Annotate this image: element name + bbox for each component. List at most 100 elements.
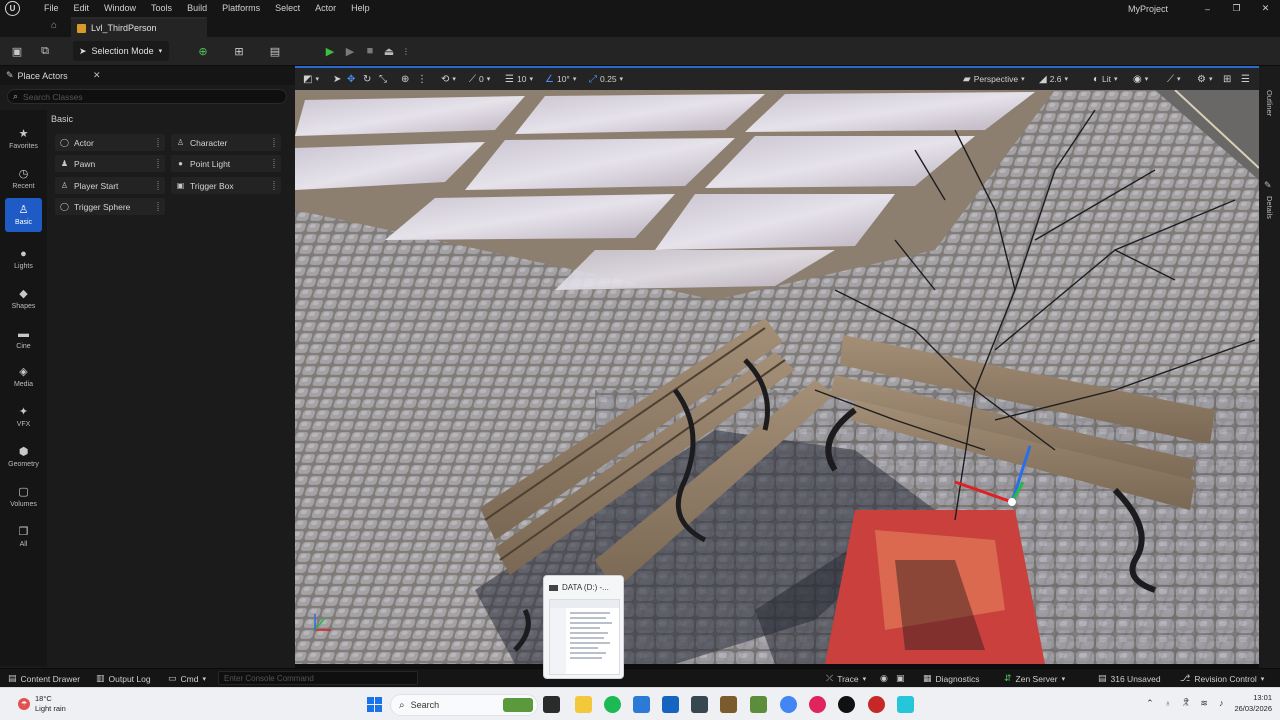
task-view-icon[interactable]: [543, 696, 560, 713]
zen-server-dropdown[interactable]: ⇵ Zen Server ▾: [1004, 673, 1065, 684]
play-next-frame-button[interactable]: ▶: [342, 43, 358, 59]
eject-button[interactable]: ⏏: [381, 43, 397, 59]
language-icon[interactable]: ꈹ: [1182, 697, 1189, 709]
source-control-icon[interactable]: ⧉: [38, 44, 52, 58]
category-volumes[interactable]: ▢ Volumes: [5, 480, 42, 514]
drag-handle-icon[interactable]: [273, 138, 275, 147]
show-flags-dropdown[interactable]: ◉ ▾: [1133, 72, 1148, 86]
scene-render[interactable]: [295, 90, 1259, 664]
drag-handle-icon[interactable]: [157, 159, 159, 168]
drag-handle-icon[interactable]: [157, 202, 159, 211]
close-panel-icon[interactable]: ✕: [93, 70, 101, 81]
category-geometry[interactable]: ⬢ Geometry: [5, 440, 42, 474]
menu-tools[interactable]: Tools: [151, 3, 172, 13]
performance-dropdown[interactable]: ⟋ ▾: [1167, 72, 1181, 86]
restore-button[interactable]: ❐: [1222, 0, 1251, 17]
actor-item-character[interactable]: ♙ Character: [171, 134, 281, 151]
store-icon[interactable]: [662, 696, 679, 713]
more-options[interactable]: ⋮: [417, 72, 427, 86]
file-explorer-icon[interactable]: [575, 696, 592, 713]
viewport-settings[interactable]: ⚙ ▾: [1197, 72, 1212, 86]
drag-handle-icon[interactable]: [273, 181, 275, 190]
app-cube-icon[interactable]: [633, 696, 650, 713]
search-classes-input[interactable]: [23, 91, 264, 102]
app-icon-grid[interactable]: [691, 696, 708, 713]
actor-item-actor[interactable]: ◯ Actor: [55, 134, 165, 151]
stop-button[interactable]: ■: [362, 43, 378, 59]
menu-select[interactable]: Select: [275, 3, 300, 13]
menu-edit[interactable]: Edit: [74, 3, 90, 13]
actor-item-pawn[interactable]: ♟ Pawn: [55, 155, 165, 172]
menu-file[interactable]: File: [44, 3, 59, 13]
actor-item-trigger-sphere[interactable]: ◯ Trigger Sphere: [55, 198, 165, 215]
fov-dropdown[interactable]: ◢ 2.6 ▾: [1039, 72, 1068, 86]
cmd-dropdown[interactable]: ▭ Cmd ▾: [168, 673, 206, 684]
category-basic[interactable]: ♙ Basic: [5, 198, 42, 232]
diagnostics-button[interactable]: ▦ Diagnostics: [923, 673, 979, 684]
selection-mode-dropdown[interactable]: ➤ Selection Mode ▾: [73, 41, 169, 61]
start-button[interactable]: [367, 697, 382, 712]
cinematics-icon[interactable]: ▤: [268, 44, 282, 58]
actor-item-point-light[interactable]: ● Point Light: [171, 155, 281, 172]
outliner-tab[interactable]: Outliner: [1265, 90, 1274, 116]
drag-handle-icon[interactable]: [157, 138, 159, 147]
app-icon-teal[interactable]: [897, 696, 914, 713]
surface-snap-toggle[interactable]: ⟲ ▾: [441, 72, 456, 86]
explorer-thumbnail-popup[interactable]: DATA (D:) -...: [543, 575, 624, 679]
category-media[interactable]: ◈ Media: [5, 360, 42, 394]
search-classes[interactable]: ⌕: [7, 89, 287, 104]
revision-control-dropdown[interactable]: ⎇ Revision Control ▾: [1180, 673, 1264, 684]
unreal-engine-icon[interactable]: [838, 696, 855, 713]
actor-item-player-start[interactable]: ♙ Player Start: [55, 177, 165, 194]
viewport-options-button[interactable]: ◩ ▾: [303, 72, 319, 86]
category-vfx[interactable]: ✦ VFX: [5, 400, 42, 434]
grid-rotate-snap[interactable]: ∠ 10° ▾: [545, 72, 576, 86]
app-icon-red[interactable]: [868, 696, 885, 713]
snap-value[interactable]: ⟋ 0 ▾: [469, 72, 490, 86]
grid-translate-snap[interactable]: ☰ 10 ▾: [505, 72, 533, 86]
screenshot-icon[interactable]: ▣: [896, 673, 905, 684]
viewport-menu[interactable]: ☰: [1241, 72, 1250, 86]
category-favorites[interactable]: ★ Favorites: [5, 122, 42, 156]
output-log-button[interactable]: ▥ Output Log: [96, 673, 151, 684]
close-button[interactable]: ✕: [1251, 0, 1280, 17]
level-viewport[interactable]: ◩ ▾ ➤ ✥ ↻ ⤡ ⊕ ⋮ ⟲ ▾ ⟋ 0 ▾ ☰ 10 ▾ ∠ 10° ▾ ⤢ 0.25 ▾ …: [295, 66, 1259, 664]
select-tool[interactable]: ➤: [333, 72, 341, 86]
spotify-icon[interactable]: [604, 696, 621, 713]
taskbar-search[interactable]: ⌕ Search: [390, 694, 538, 716]
wifi-icon[interactable]: ≋: [1200, 698, 1208, 709]
tab-level[interactable]: Lvl_ThirdPerson: [71, 17, 207, 37]
app-icon-brown[interactable]: [720, 696, 737, 713]
unsaved-button[interactable]: ▤ 316 Unsaved: [1098, 673, 1161, 684]
category-cine[interactable]: ▬ Cine: [5, 322, 42, 356]
trace-dropdown[interactable]: ⤫ Trace ▾: [826, 673, 866, 684]
weather-widget[interactable]: ☂ 18°C Light rain: [18, 694, 66, 714]
menu-window[interactable]: Window: [104, 3, 136, 13]
record-icon[interactable]: ◉: [880, 673, 888, 684]
add-actor-icon[interactable]: ⊕: [196, 44, 210, 58]
drag-handle-icon[interactable]: [273, 159, 275, 168]
app-tray-icon[interactable]: ♁: [1165, 698, 1172, 708]
console-command-input[interactable]: [224, 673, 414, 683]
drag-handle-icon[interactable]: [157, 181, 159, 190]
chevron-up-icon[interactable]: ⌃: [1146, 698, 1154, 709]
volume-icon[interactable]: ♪: [1219, 698, 1224, 708]
rotate-tool[interactable]: ↻: [363, 72, 371, 86]
save-icon[interactable]: ▣: [10, 44, 24, 58]
minimize-button[interactable]: –: [1193, 0, 1222, 17]
menu-help[interactable]: Help: [351, 3, 370, 13]
details-tab[interactable]: Details: [1265, 196, 1274, 219]
menu-build[interactable]: Build: [187, 3, 207, 13]
view-mode-dropdown[interactable]: ◐ Lit ▾: [1093, 72, 1118, 86]
actor-item-trigger-box[interactable]: ▣ Trigger Box: [171, 177, 281, 194]
scale-tool[interactable]: ⤡: [379, 72, 387, 86]
layout-button[interactable]: ⊞: [1223, 72, 1231, 86]
play-button[interactable]: ▶: [322, 43, 338, 59]
grid-scale-snap[interactable]: ⤢ 0.25 ▾: [589, 72, 623, 86]
world-space-toggle[interactable]: ⊕: [401, 72, 409, 86]
unreal-logo-icon[interactable]: U: [5, 1, 20, 16]
category-all[interactable]: ❐ All: [5, 520, 42, 554]
chrome-icon[interactable]: [780, 696, 797, 713]
translate-tool[interactable]: ✥: [347, 72, 355, 86]
perspective-dropdown[interactable]: ▰ Perspective ▾: [963, 72, 1025, 86]
